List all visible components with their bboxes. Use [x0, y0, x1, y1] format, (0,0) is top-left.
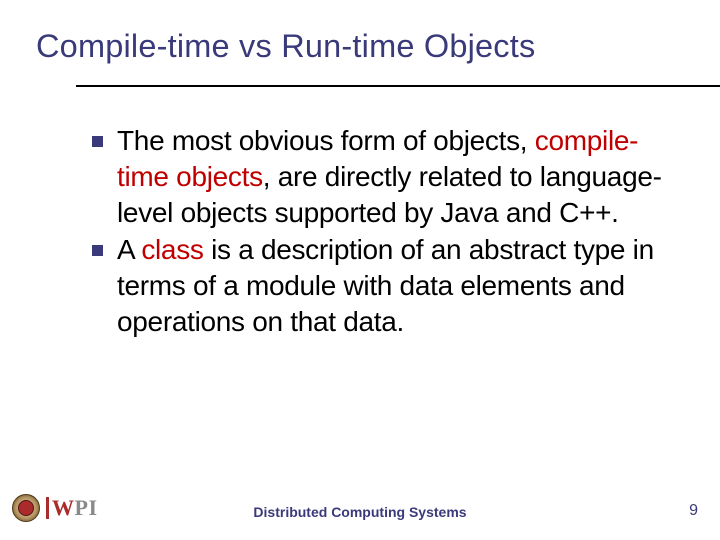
content-area: The most obvious form of objects, compil…: [92, 123, 664, 340]
slide: Compile-time vs Run-time Objects The mos…: [0, 0, 720, 540]
bullet-highlight: class: [141, 234, 203, 265]
bullet-text: A class is a description of an abstract …: [117, 232, 664, 339]
title-underline-wrap: [36, 75, 684, 101]
square-bullet-icon: [92, 245, 103, 256]
title-underline: [76, 85, 720, 87]
bullet-pre: The most obvious form of objects,: [117, 125, 535, 156]
list-item: The most obvious form of objects, compil…: [92, 123, 664, 230]
bullet-pre: A: [117, 234, 141, 265]
slide-title: Compile-time vs Run-time Objects: [36, 28, 684, 65]
square-bullet-icon: [92, 136, 103, 147]
page-number: 9: [689, 502, 698, 520]
footer: WPI Distributed Computing Systems 9: [0, 482, 720, 522]
list-item: A class is a description of an abstract …: [92, 232, 664, 339]
footer-course-title: Distributed Computing Systems: [0, 504, 720, 520]
bullet-text: The most obvious form of objects, compil…: [117, 123, 664, 230]
